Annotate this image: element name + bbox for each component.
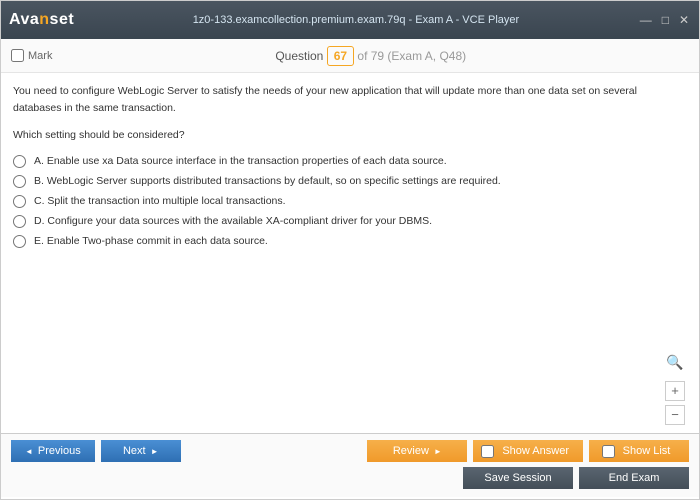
options-list: A. Enable use xa Data source interface i… <box>13 153 687 249</box>
search-icon[interactable]: 🔍 <box>666 351 683 373</box>
logo-text-prefix: Ava <box>9 11 39 28</box>
option-e-radio[interactable] <box>13 235 26 248</box>
question-stem: You need to configure WebLogic Server to… <box>13 83 687 117</box>
zoom-out-button[interactable]: − <box>665 405 685 425</box>
option-d[interactable]: D. Configure your data sources with the … <box>13 213 687 230</box>
show-answer-label: Show Answer <box>502 445 569 457</box>
option-e[interactable]: E. Enable Two-phase commit in each data … <box>13 233 687 250</box>
app-logo: Avanset <box>9 11 74 29</box>
question-label: Question <box>275 49 323 63</box>
zoom-controls: 🔍 + − <box>665 351 685 425</box>
option-c-radio[interactable] <box>13 195 26 208</box>
show-list-label: Show List <box>623 445 671 457</box>
option-b-label: B. WebLogic Server supports distributed … <box>34 173 501 190</box>
maximize-icon[interactable]: □ <box>660 13 671 27</box>
option-b-radio[interactable] <box>13 175 26 188</box>
option-a-label: A. Enable use xa Data source interface i… <box>34 153 447 170</box>
close-icon[interactable]: ✕ <box>677 13 691 27</box>
footer-row-2: Save Session End Exam <box>11 467 689 489</box>
option-d-radio[interactable] <box>13 215 26 228</box>
logo-text-accent: n <box>39 11 49 28</box>
show-list-button[interactable]: Show List <box>589 440 689 462</box>
next-button[interactable]: Next <box>101 440 181 462</box>
logo-text-suffix: set <box>50 11 75 28</box>
question-indicator: Question 67 of 79 (Exam A, Q48) <box>52 46 689 66</box>
titlebar: Avanset 1z0-133.examcollection.premium.e… <box>1 1 699 39</box>
show-answer-checkbox[interactable] <box>481 445 494 458</box>
footer-row-1: Previous Next Review Show Answer Show Li… <box>11 440 689 462</box>
option-c[interactable]: C. Split the transaction into multiple l… <box>13 193 687 210</box>
end-exam-button[interactable]: End Exam <box>579 467 689 489</box>
question-prompt: Which setting should be considered? <box>13 127 687 144</box>
option-e-label: E. Enable Two-phase commit in each data … <box>34 233 268 250</box>
option-a[interactable]: A. Enable use xa Data source interface i… <box>13 153 687 170</box>
mark-checkbox-area[interactable]: Mark <box>11 49 52 62</box>
content-area: You need to configure WebLogic Server to… <box>1 73 699 433</box>
subheader: Mark Question 67 of 79 (Exam A, Q48) <box>1 39 699 73</box>
question-total: of 79 (Exam A, Q48) <box>357 49 466 63</box>
option-a-radio[interactable] <box>13 155 26 168</box>
save-session-button[interactable]: Save Session <box>463 467 573 489</box>
review-button[interactable]: Review <box>367 440 467 462</box>
zoom-in-button[interactable]: + <box>665 381 685 401</box>
option-b[interactable]: B. WebLogic Server supports distributed … <box>13 173 687 190</box>
window-controls: — □ ✕ <box>638 13 691 27</box>
option-d-label: D. Configure your data sources with the … <box>34 213 432 230</box>
show-answer-button[interactable]: Show Answer <box>473 440 583 462</box>
previous-button[interactable]: Previous <box>11 440 95 462</box>
show-list-checkbox[interactable] <box>602 445 615 458</box>
mark-label: Mark <box>28 50 52 62</box>
question-number: 67 <box>327 46 354 66</box>
window-title: 1z0-133.examcollection.premium.exam.79q … <box>74 14 638 26</box>
minimize-icon[interactable]: — <box>638 13 654 27</box>
mark-checkbox[interactable] <box>11 49 24 62</box>
option-c-label: C. Split the transaction into multiple l… <box>34 193 286 210</box>
footer: Previous Next Review Show Answer Show Li… <box>1 433 699 497</box>
